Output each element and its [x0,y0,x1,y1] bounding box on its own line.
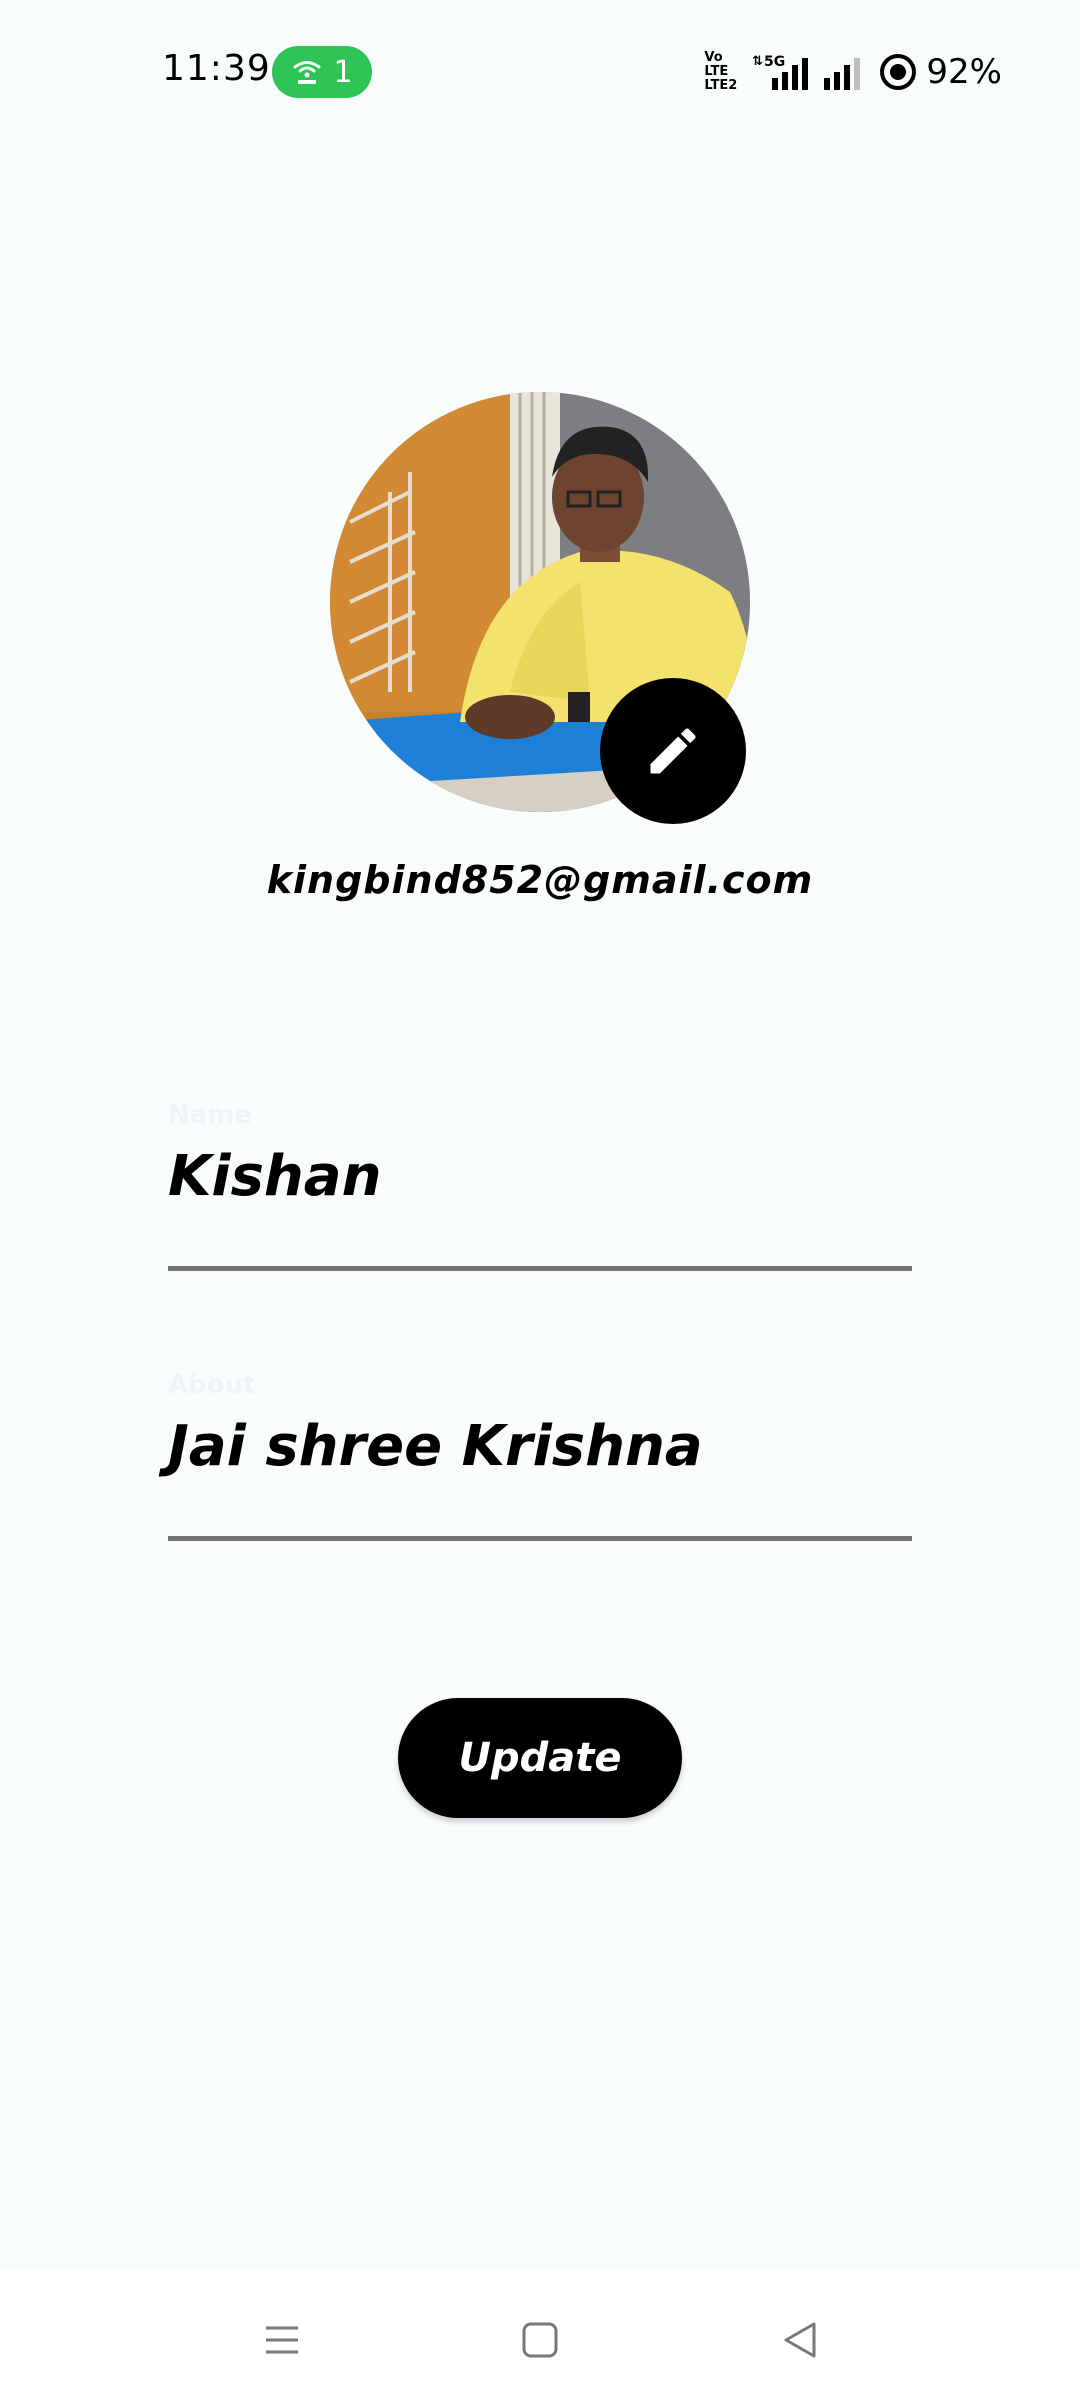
hotspot-indicator[interactable]: 1 [272,46,372,98]
volte-text: Vo LTE [704,50,729,79]
battery-text: 92% [926,52,1002,92]
name-label: Name [168,1100,253,1130]
nav-home-button[interactable] [510,2310,570,2370]
back-icon [784,2322,816,2358]
hotspot-count: 1 [333,54,353,90]
menu-icon [266,2326,298,2354]
nav-back-button[interactable] [770,2310,830,2370]
name-field[interactable]: Name Kishan [168,1100,912,1271]
name-underline [168,1266,912,1271]
about-underline [168,1536,912,1541]
signal-icon [824,58,861,90]
profile-email: kingbind852@gmail.com [266,858,814,902]
hotspot-icon [293,61,321,84]
about-field[interactable]: About Jai shree Krishna [168,1370,912,1541]
status-icons: Vo LTE LTE2 ⇅ 5G 92% [704,50,1002,94]
about-label: About [168,1370,256,1400]
battery-saver-icon [880,54,917,90]
network-type-text: 5G [764,54,785,70]
svg-text:⇅: ⇅ [752,54,763,69]
update-button[interactable]: Update [398,1698,682,1818]
status-bar: 11:39 1 Vo LTE LTE2 ⇅ 5G 92% [0,0,1080,140]
signal-5g-icon: ⇅ 5G [752,54,809,90]
pencil-icon [650,728,696,774]
name-input[interactable]: Kishan [168,1142,912,1212]
navigation-bar [0,2270,1080,2400]
home-icon [522,2322,558,2358]
nav-recents-button[interactable] [252,2310,312,2370]
volte-sub-text: LTE2 [704,78,738,93]
status-time: 11:39 [162,48,271,89]
volte-icon: Vo LTE LTE2 [704,51,744,93]
about-input[interactable]: Jai shree Krishna [168,1412,912,1482]
edit-photo-button[interactable] [600,678,746,824]
